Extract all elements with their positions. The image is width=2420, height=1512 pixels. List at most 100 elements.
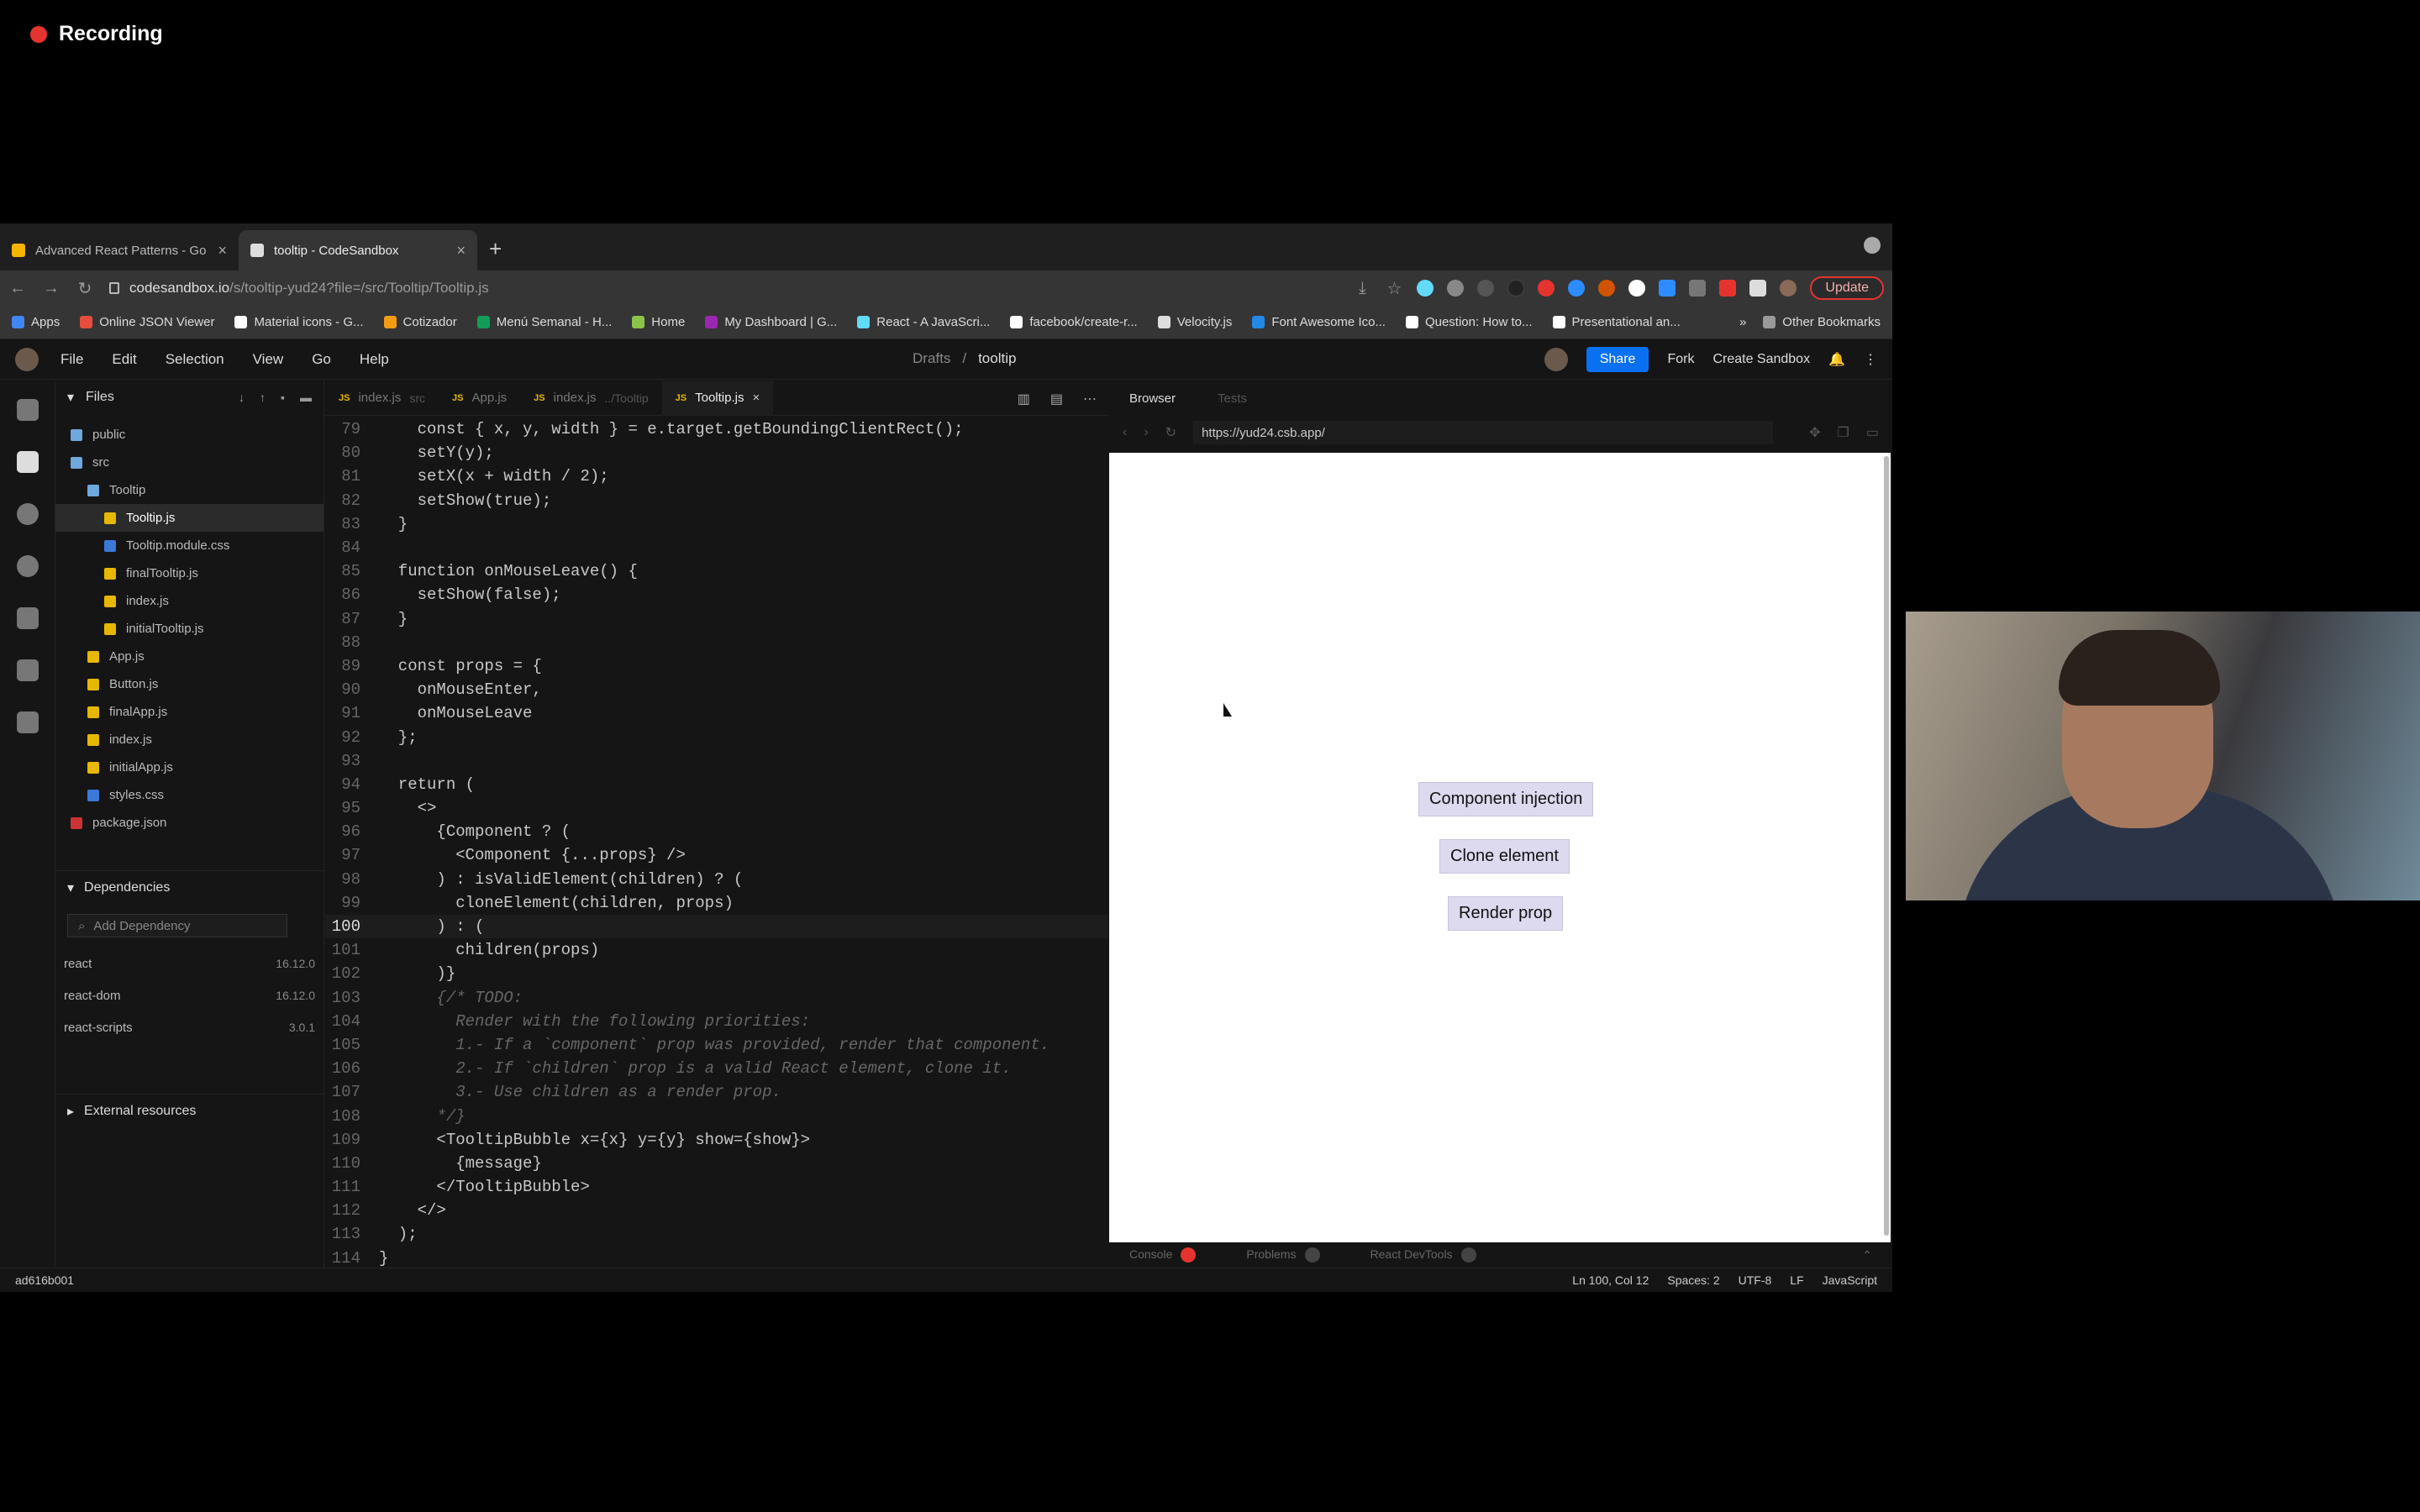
users-icon[interactable] [16, 711, 39, 733]
menu-go[interactable]: Go [312, 351, 331, 368]
tab-tests[interactable]: Tests [1218, 391, 1247, 406]
chevron-up-icon[interactable]: ⌃ [1862, 1248, 1872, 1263]
file-tree-item[interactable]: initialApp.js [55, 753, 324, 781]
bookmark-item[interactable]: Presentational an... [1552, 315, 1681, 329]
sandbox-info-icon[interactable] [16, 399, 39, 421]
new-file-icon[interactable]: ▪ [281, 391, 285, 404]
bookmark-item[interactable]: Online JSON Viewer [80, 315, 214, 329]
zoom-icon[interactable] [1659, 280, 1676, 297]
forward-icon[interactable]: → [42, 279, 60, 298]
new-folder-icon[interactable]: ▬ [300, 391, 312, 404]
star-icon[interactable]: ☆ [1385, 278, 1403, 299]
bookmark-item[interactable]: My Dashboard | G... [705, 315, 837, 329]
tab-browser[interactable]: Browser [1129, 391, 1176, 406]
file-tree-item[interactable]: index.js [55, 726, 324, 753]
search-icon[interactable] [16, 503, 39, 525]
avatar[interactable] [1780, 280, 1797, 297]
file-tree-item[interactable]: styles.css [55, 781, 324, 809]
bookmark-item[interactable]: Question: How to... [1405, 315, 1533, 329]
bookmark-item[interactable]: Font Awesome Ico... [1252, 315, 1386, 329]
other-bookmarks[interactable]: Other Bookmarks [1763, 315, 1881, 329]
bookmark-item[interactable]: Home [632, 315, 685, 329]
file-tree-item[interactable]: Tooltip [55, 476, 324, 504]
extension-icon[interactable] [1628, 280, 1646, 297]
collapse-icon[interactable]: ▾ [67, 389, 74, 406]
preview-url-input[interactable]: https://yud24.csb.app/ [1193, 421, 1774, 444]
address-bar[interactable]: codesandbox.io/s/tooltip-yud24?file=/src… [109, 280, 1286, 297]
extension-icon[interactable] [1719, 280, 1737, 297]
close-icon[interactable]: × [456, 242, 466, 260]
bookmark-item[interactable]: React - A JavaScri... [857, 315, 990, 329]
code-area[interactable]: 79 const { x, y, width } = e.target.getB… [325, 416, 1108, 1270]
file-tree-item[interactable]: Tooltip.module.css [55, 532, 324, 559]
back-icon[interactable]: ‹ [1123, 425, 1127, 440]
external-resources-header[interactable]: ▸ External resources [55, 1094, 324, 1127]
breadcrumb-current[interactable]: tooltip [978, 350, 1016, 367]
file-tree-item[interactable]: initialTooltip.js [55, 615, 324, 643]
component-injection-button[interactable]: Component injection [1418, 782, 1594, 816]
create-sandbox-button[interactable]: Create Sandbox [1712, 352, 1810, 367]
share-button[interactable]: Share [1586, 346, 1649, 372]
github-icon[interactable] [16, 607, 39, 629]
bookmark-item[interactable]: Menú Semanal - H... [476, 315, 612, 329]
profile-menu-icon[interactable] [1864, 237, 1881, 254]
file-tree-item[interactable]: public [55, 421, 324, 449]
dependency-item[interactable]: react 16.12.0 [55, 948, 324, 979]
file-tree-item[interactable]: finalApp.js [55, 698, 324, 726]
bookmark-apps[interactable]: Apps [12, 315, 60, 329]
target-icon[interactable]: ✥ [1809, 424, 1820, 441]
browser-tab-codesandbox[interactable]: tooltip - CodeSandbox × [239, 230, 477, 270]
bookmark-item[interactable]: Material icons - G... [234, 315, 364, 329]
file-tree-item[interactable]: Tooltip.js [55, 504, 324, 532]
encoding[interactable]: UTF-8 [1739, 1273, 1772, 1287]
bookmark-item[interactable]: Cotizador [383, 315, 457, 329]
more-icon[interactable]: ⋯ [1083, 391, 1097, 407]
scrollbar[interactable] [1884, 456, 1889, 1236]
back-icon[interactable]: ← [8, 279, 27, 298]
file-tree-item[interactable]: index.js [55, 587, 324, 615]
fork-button[interactable]: Fork [1667, 352, 1694, 367]
fullscreen-icon[interactable]: ▭ [1866, 424, 1879, 441]
indentation[interactable]: Spaces: 2 [1667, 1273, 1719, 1287]
file-tree-item[interactable]: src [55, 449, 324, 476]
new-tab-button[interactable]: + [477, 236, 513, 270]
editor-tab[interactable]: JS Tooltip.js × [661, 380, 774, 416]
editor-tab[interactable]: JS index.js src [325, 381, 439, 416]
extension-icon[interactable] [1507, 280, 1525, 297]
close-icon[interactable]: × [218, 242, 227, 260]
menu-selection[interactable]: Selection [166, 351, 224, 368]
extension-icon[interactable] [1477, 280, 1495, 297]
files-icon[interactable] [16, 451, 39, 473]
bookmarks-more-button[interactable]: » [1739, 315, 1746, 329]
extension-icon[interactable] [1447, 280, 1465, 297]
dependencies-header[interactable]: ▾ Dependencies [55, 870, 324, 904]
layout-icon[interactable]: ▤ [1050, 391, 1063, 407]
more-icon[interactable]: ⋮ [1864, 351, 1877, 368]
gear-icon[interactable] [16, 555, 39, 577]
dependency-item[interactable]: react-dom 16.12.0 [55, 979, 324, 1011]
extension-icon[interactable] [1598, 280, 1616, 297]
rocket-icon[interactable] [16, 659, 39, 681]
line-ending[interactable]: LF [1790, 1273, 1803, 1287]
extension-icon[interactable] [1538, 280, 1555, 297]
cursor-position[interactable]: Ln 100, Col 12 [1572, 1273, 1649, 1287]
file-tree-item[interactable]: App.js [55, 643, 324, 670]
extension-icon[interactable] [1689, 280, 1707, 297]
avatar[interactable] [1544, 347, 1568, 371]
menu-view[interactable]: View [253, 351, 284, 368]
breadcrumb-drafts[interactable]: Drafts [913, 350, 950, 367]
browser-tab-slides[interactable]: Advanced React Patterns - Go × [0, 230, 239, 270]
download-icon[interactable]: ↓ [239, 391, 245, 404]
react-devtools-tab[interactable]: React DevTools [1370, 1247, 1476, 1263]
render-prop-button[interactable]: Render prop [1448, 896, 1564, 931]
language-mode[interactable]: JavaScript [1823, 1273, 1877, 1287]
upload-icon[interactable]: ↑ [260, 391, 266, 404]
bookmark-item[interactable]: Velocity.js [1157, 315, 1232, 329]
close-icon[interactable]: × [752, 391, 760, 405]
menu-help[interactable]: Help [360, 351, 389, 368]
reload-icon[interactable]: ↻ [76, 278, 94, 299]
reload-icon[interactable]: ↻ [1165, 424, 1176, 441]
puzzle-icon[interactable] [1749, 280, 1767, 297]
user-avatar[interactable] [15, 347, 39, 371]
file-tree-item[interactable]: package.json [55, 809, 324, 837]
